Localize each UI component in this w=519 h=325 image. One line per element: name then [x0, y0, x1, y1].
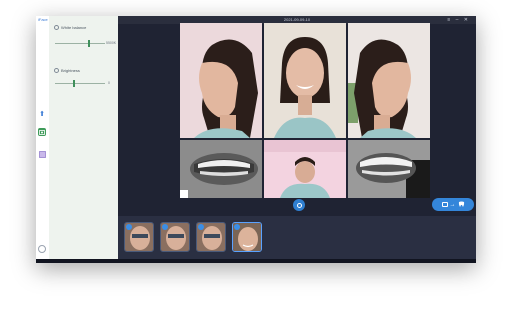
view-frontal-smile[interactable] — [264, 23, 346, 138]
gallery-icon[interactable] — [38, 150, 46, 158]
white-balance-slider[interactable] — [55, 40, 105, 47]
view-intraoral-frontal[interactable] — [348, 140, 430, 198]
bottom-edge — [36, 259, 476, 263]
white-balance-knob[interactable] — [88, 40, 90, 47]
white-balance-section: White balance — [54, 25, 87, 31]
white-balance-icon — [54, 25, 59, 31]
app-logo: iFace — [38, 17, 48, 22]
photo-grid — [180, 23, 430, 203]
camera-mode-icon[interactable] — [38, 128, 46, 136]
window-controls[interactable]: ≡ – ✕ — [447, 16, 470, 24]
brightness-slider[interactable] — [55, 80, 105, 87]
brightness-section: Brightness — [54, 68, 80, 74]
image-icon — [441, 202, 448, 207]
view-submental[interactable] — [264, 140, 346, 198]
thumbnail-status-icon — [234, 224, 240, 230]
thumbnail-status-icon — [126, 224, 132, 230]
thumbnail-status-icon — [198, 224, 204, 230]
white-balance-value: 5500K — [106, 41, 117, 45]
arrow-right-icon: → — [449, 201, 456, 208]
thumbnail-scan-3[interactable] — [196, 222, 226, 252]
intraoral-right-photo — [180, 140, 262, 198]
left-profile-photo — [348, 23, 430, 138]
capture-button[interactable] — [293, 199, 305, 211]
settings-icon[interactable] — [38, 245, 46, 253]
export-button[interactable]: → — [432, 198, 474, 211]
settings-panel: White balance 5500K Brightness 0 — [49, 16, 118, 263]
frontal-smile-photo — [264, 23, 346, 138]
view-intraoral-right[interactable] — [180, 140, 262, 198]
left-rail: iFace ⬆ — [36, 16, 50, 263]
thumbnail-status-icon — [162, 224, 168, 230]
view-right-profile[interactable] — [180, 23, 262, 138]
thumbnail-scan-1[interactable] — [124, 222, 154, 252]
intraoral-frontal-photo — [348, 140, 430, 198]
tooth-icon — [458, 201, 464, 207]
brightness-knob[interactable] — [73, 80, 75, 87]
submental-photo — [264, 140, 346, 198]
camera-icon — [296, 202, 302, 208]
upload-icon[interactable]: ⬆ — [38, 111, 46, 119]
thumbnail-scan-2[interactable] — [160, 222, 190, 252]
thumbnail-strip — [118, 216, 476, 259]
white-balance-label: White balance — [61, 25, 87, 30]
right-profile-photo — [180, 23, 262, 138]
brightness-icon — [54, 68, 59, 74]
view-left-profile[interactable] — [348, 23, 430, 138]
brightness-label: Brightness — [61, 68, 80, 73]
brightness-value: 0 — [108, 81, 110, 85]
app-window: iFace ⬆ White balance 5500K Brightness 0… — [36, 16, 476, 263]
thumbnail-scan-4[interactable] — [232, 222, 262, 252]
